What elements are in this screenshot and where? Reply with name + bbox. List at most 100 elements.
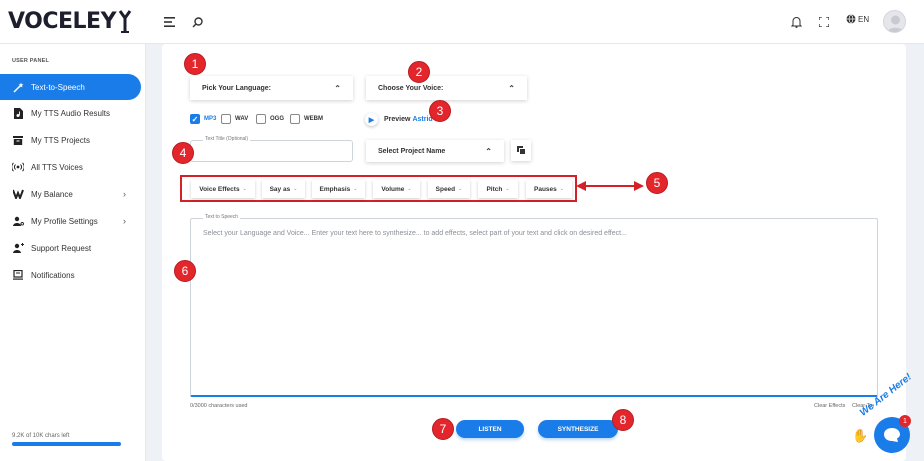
chevron-down-icon: ⌄ <box>407 186 412 192</box>
sidebar-section-label: USER PANEL <box>12 58 50 64</box>
effect-label: Emphasis <box>319 185 351 193</box>
sidebar-item-text-to-speech[interactable]: Text-to-Speech <box>0 74 141 100</box>
format-label: MP3 <box>204 116 217 122</box>
sidebar-item-audio-results[interactable]: My TTS Audio Results <box>0 100 146 126</box>
project-select-label: Select Project Name <box>378 147 446 155</box>
chevron-right-icon: › <box>123 189 126 199</box>
chat-bubble-icon <box>884 428 900 442</box>
tts-legend: Text to Speech <box>203 214 241 220</box>
chevron-up-icon: ⌃ <box>334 83 341 93</box>
tts-placeholder: Select your Language and Voice... Enter … <box>203 230 627 237</box>
voice-select[interactable]: Choose Your Voice: ⌃ <box>366 76 527 100</box>
project-select[interactable]: Select Project Name ⌃ <box>366 140 504 162</box>
preview-label: Preview <box>384 116 411 123</box>
wav-checkbox[interactable] <box>221 114 231 124</box>
listen-button[interactable]: LISTEN <box>456 420 524 438</box>
chat-notification-badge: 1 <box>899 415 911 427</box>
text-to-speech-textarea[interactable] <box>190 218 878 397</box>
fullscreen-icon[interactable] <box>815 13 833 31</box>
annotation-marker-8: 8 <box>612 409 634 431</box>
format-wav[interactable]: WAV <box>221 114 248 124</box>
annotation-marker-6: 6 <box>174 260 196 282</box>
sidebar: USER PANEL Text-to-Speech My TTS Audio R… <box>0 44 146 461</box>
character-counter: 0/3000 characters used <box>190 403 248 409</box>
format-ogg[interactable]: OGG <box>256 114 284 124</box>
effect-label: Speed <box>435 185 456 193</box>
volume-button[interactable]: Volume ⌄ <box>373 180 420 198</box>
format-label: OGG <box>270 116 285 122</box>
mp3-checkbox[interactable]: ✓ <box>190 114 200 124</box>
chevron-down-icon: ⌄ <box>293 186 298 192</box>
logo-text-right: CELEY <box>42 8 116 34</box>
language-select[interactable]: Pick Your Language: ⌃ <box>190 76 353 100</box>
language-select-label: Pick Your Language: <box>202 84 271 92</box>
notification-icon <box>12 269 24 281</box>
chevron-down-icon: ⌄ <box>353 186 358 192</box>
file-audio-icon <box>12 107 24 119</box>
sidebar-item-profile-settings[interactable]: My Profile Settings › <box>0 208 146 234</box>
annotation-marker-7: 7 <box>432 418 454 440</box>
sidebar-item-support[interactable]: Support Request <box>0 235 146 261</box>
language-label: EN <box>858 14 870 24</box>
preview-voice[interactable]: ▶ Preview Astrid <box>365 113 433 126</box>
sidebar-item-label: Notifications <box>31 270 75 280</box>
annotation-marker-4: 4 <box>172 142 194 164</box>
sidebar-item-notifications[interactable]: Notifications <box>0 262 146 288</box>
language-switcher[interactable]: EN <box>846 14 869 24</box>
text-title-legend: Text Title (Optional) <box>203 136 251 142</box>
annotation-marker-5: 5 <box>646 172 668 194</box>
sidebar-item-label: My TTS Projects <box>31 135 90 145</box>
sidebar-item-label: My Balance <box>31 189 73 199</box>
emphasis-button[interactable]: Emphasis ⌄ <box>312 180 365 198</box>
speed-button[interactable]: Speed ⌄ <box>428 180 470 198</box>
preview-voice-name: Astrid <box>412 116 433 123</box>
chevron-right-icon: › <box>123 216 126 226</box>
chevron-down-icon: ⌄ <box>242 186 247 192</box>
sidebar-item-label: My Profile Settings <box>31 216 98 226</box>
say-as-button[interactable]: Say as ⌄ <box>262 180 305 198</box>
format-label: WAV <box>235 116 249 122</box>
synthesize-button[interactable]: SYNTHESIZE <box>538 420 618 438</box>
pauses-button[interactable]: Pauses ⌄ <box>526 180 572 198</box>
effect-label: Say as <box>269 185 291 193</box>
webm-checkbox[interactable] <box>290 114 300 124</box>
magic-wand-icon <box>12 81 24 93</box>
format-mp3[interactable]: ✓ MP3 <box>190 114 216 124</box>
sidebar-item-projects[interactable]: My TTS Projects <box>0 127 146 153</box>
text-title-input[interactable] <box>190 140 353 162</box>
sidebar-item-label: Support Request <box>31 243 92 253</box>
chevron-down-icon: ⌄ <box>559 186 564 192</box>
clear-effects-link[interactable]: Clear Effects <box>814 403 845 409</box>
annotation-marker-1: 1 <box>184 53 206 75</box>
bell-icon[interactable] <box>787 13 805 31</box>
search-icon[interactable] <box>188 13 206 31</box>
logo[interactable]: VO CELEY <box>8 6 132 36</box>
voice-select-label: Choose Your Voice: <box>378 84 444 92</box>
play-icon[interactable]: ▶ <box>365 113 378 126</box>
wallet-icon <box>12 188 24 200</box>
menu-toggle-icon[interactable] <box>160 13 178 31</box>
effect-label: Voice Effects <box>199 185 240 193</box>
annotation-marker-2: 2 <box>408 61 430 83</box>
sidebar-item-label: All TTS Voices <box>31 162 83 172</box>
format-webm[interactable]: WEBM <box>290 114 323 124</box>
sidebar-item-label: My TTS Audio Results <box>31 108 110 118</box>
chevron-up-icon: ⌃ <box>485 146 492 156</box>
sidebar-item-balance[interactable]: My Balance › <box>0 181 146 207</box>
effect-label: Pitch <box>486 185 503 193</box>
microphone-logo-icon <box>118 10 132 33</box>
pitch-button[interactable]: Pitch ⌄ <box>478 180 518 198</box>
avatar[interactable] <box>883 10 906 33</box>
voice-effects-button[interactable]: Voice Effects ⌄ <box>191 180 255 198</box>
waving-hand-icon: ✋ <box>852 428 869 443</box>
chevron-down-icon: ⌄ <box>505 186 510 192</box>
annotation-marker-3: 3 <box>429 100 451 122</box>
format-label: WEBM <box>304 116 323 122</box>
sidebar-item-all-voices[interactable]: All TTS Voices <box>0 154 146 180</box>
globe-icon <box>846 14 856 24</box>
chevron-up-icon: ⌃ <box>508 83 515 93</box>
ogg-checkbox[interactable] <box>256 114 266 124</box>
sidebar-item-label: Text-to-Speech <box>31 82 85 92</box>
copy-icon[interactable] <box>511 140 531 161</box>
effect-label: Pauses <box>534 185 557 193</box>
